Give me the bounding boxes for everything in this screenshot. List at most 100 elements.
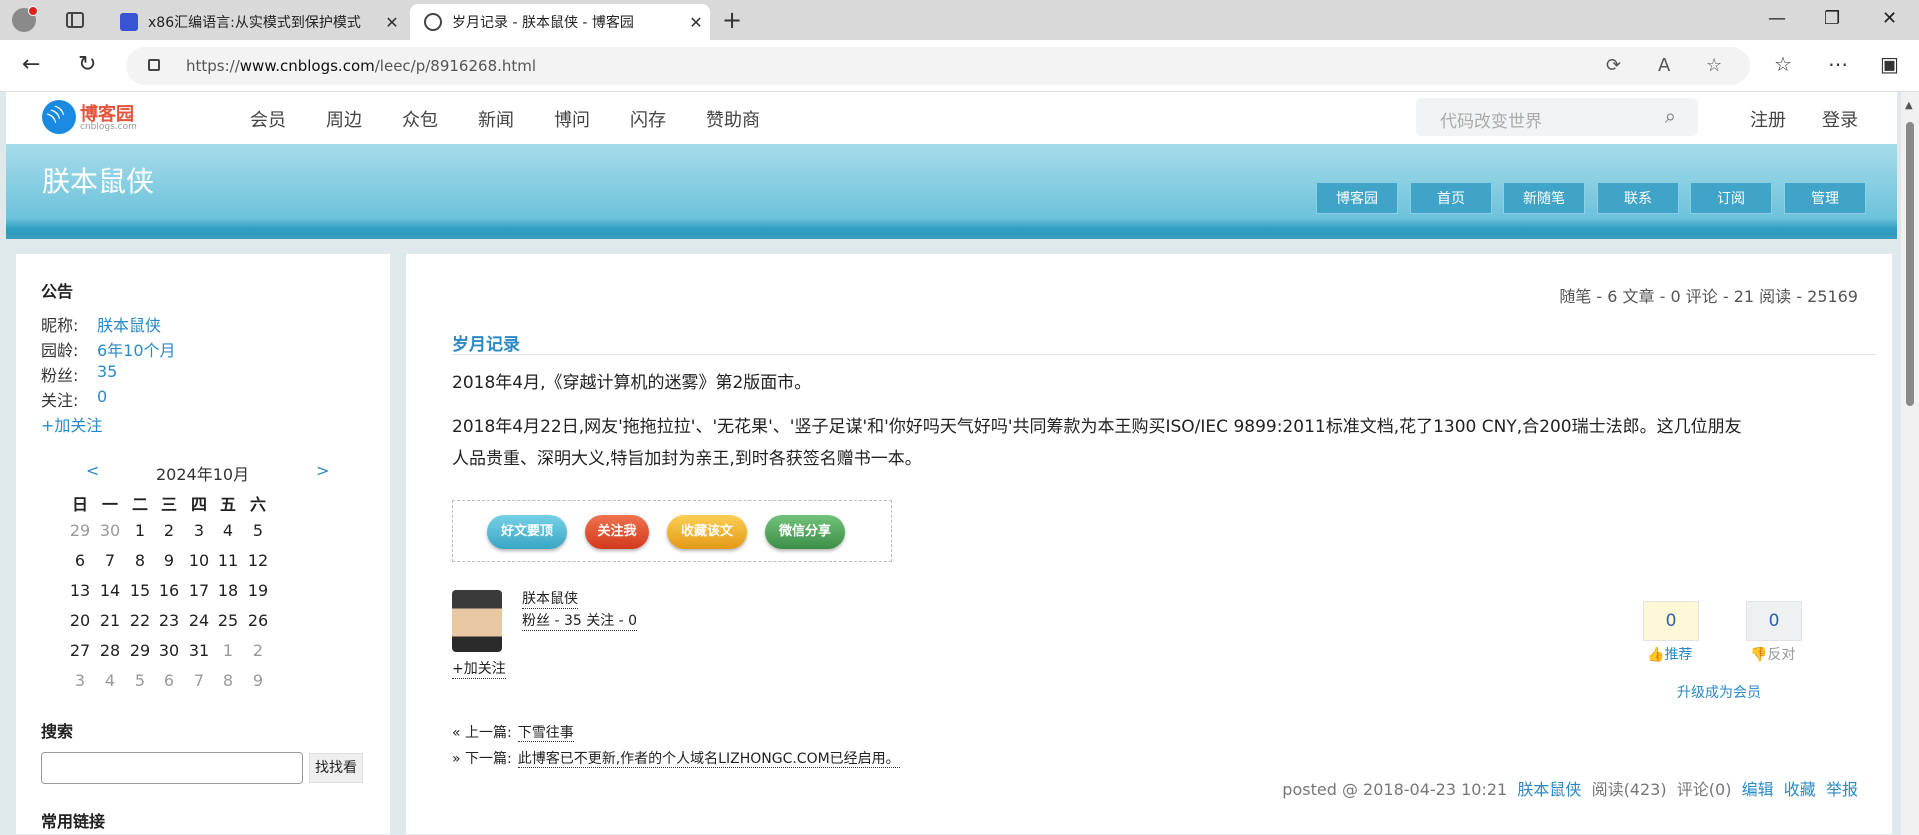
browser-tab-2-active[interactable]: 岁月记录 - 朕本鼠侠 - 博客园 ✕	[410, 4, 710, 40]
address-bar-row: ← ↻ https://www.cnblogs.com/leec/p/89162…	[0, 40, 1919, 92]
tab-title: x86汇编语言:从实模式到保护模式	[148, 15, 361, 31]
calendar-day: 2	[252, 641, 264, 660]
prev-post: « 上一篇: 下雪往事	[452, 725, 574, 742]
login-link[interactable]: 登录	[1822, 106, 1858, 132]
more-options-icon[interactable]: ⋯	[1828, 52, 1848, 76]
age-link[interactable]: 6年10个月	[97, 337, 176, 361]
calendar-title: 2024年10月	[156, 465, 250, 484]
sidebar-toggle-icon[interactable]: ▣	[1880, 52, 1899, 76]
site-nav-member[interactable]: 会员	[250, 106, 286, 132]
site-nav-news[interactable]: 新闻	[478, 106, 514, 132]
site-nav-merch[interactable]: 周边	[326, 106, 362, 132]
oppose-count[interactable]: 0	[1746, 601, 1802, 641]
minimize-button[interactable]: —	[1768, 8, 1786, 29]
read-aloud-icon[interactable]: A	[1658, 55, 1670, 76]
info-following: 关注: 0	[41, 387, 108, 410]
window-close-button[interactable]: ✕	[1882, 8, 1897, 29]
new-tab-button[interactable]: +	[722, 6, 742, 34]
register-link[interactable]: 注册	[1750, 106, 1786, 132]
blog-stats: 随笔 - 6 文章 - 0 评论 - 21 阅读 - 25169	[1559, 287, 1858, 306]
sidebar-follow-link[interactable]: +加关注	[41, 412, 102, 436]
site-nav-sponsors[interactable]: 赞助商	[706, 106, 760, 132]
blog-nav-contact[interactable]: 联系	[1597, 182, 1679, 214]
following-link[interactable]: 0	[97, 387, 107, 406]
common-links-heading: 常用链接	[41, 812, 106, 831]
blog-nav-new-post[interactable]: 新随笔	[1503, 182, 1585, 214]
recommend-button[interactable]: 👍推荐	[1647, 644, 1692, 664]
reload-icon[interactable]: ↻	[78, 52, 96, 77]
collect-post-button[interactable]: 收藏该文	[667, 515, 747, 549]
post-author-link[interactable]: 朕本鼠侠	[1517, 780, 1581, 799]
cnblogs-favicon-icon	[424, 13, 442, 31]
nickname-link[interactable]: 朕本鼠侠	[97, 312, 161, 336]
report-link[interactable]: 举报	[1826, 780, 1858, 799]
tab-title: 岁月记录 - 朕本鼠侠 - 博客园	[452, 15, 634, 31]
author-name-link[interactable]: 朕本鼠侠	[522, 588, 578, 609]
profile-avatar-icon[interactable]	[12, 6, 38, 32]
calendar-next-month[interactable]: >	[316, 461, 329, 480]
site-search-input[interactable]: 代码改变世界 ⌕	[1416, 98, 1698, 136]
upgrade-member-link[interactable]: 升级成为会员	[1677, 682, 1761, 702]
sidebar-search-input[interactable]	[41, 752, 303, 784]
blog-nav-cnblogs[interactable]: 博客园	[1316, 182, 1398, 214]
post-reads: 阅读(423)	[1591, 780, 1667, 799]
post-info: posted @ 2018-04-23 10:21 朕本鼠侠 阅读(423) 评…	[1282, 776, 1858, 800]
prev-post-link[interactable]: 下雪往事	[517, 725, 574, 742]
site-nav-qa[interactable]: 博问	[554, 106, 590, 132]
title-divider	[452, 354, 1876, 355]
oppose-button[interactable]: 👎反对	[1750, 644, 1795, 664]
post-paragraph-2: 2018年4月22日,网友'拖拖拉拉'、'无花果'、'竖子足谋'和'你好吗天气好…	[452, 417, 1742, 437]
lock-icon[interactable]	[148, 59, 160, 71]
edit-link[interactable]: 编辑	[1742, 780, 1774, 799]
sidebar: 公告 昵称: 朕本鼠侠 园龄: 6年10个月 粉丝: 35 关注: 0 +加关注 < 2…	[15, 253, 391, 835]
info-fans: 粉丝: 35	[41, 362, 118, 385]
author-avatar[interactable]	[452, 590, 502, 652]
post-date: posted @ 2018-04-23 10:21	[1282, 780, 1508, 799]
collect-link[interactable]: 收藏	[1784, 780, 1816, 799]
post-paragraph-2-cont: 人品贵重、深明大义,特旨加封为亲王,到时各获签名赠书一本。	[452, 449, 922, 469]
cnblogs-header: 博客园 cnblogs.com 会员 周边 众包 新闻 博问 闪存 赞助商 代码…	[6, 92, 1897, 144]
blog-nav-home[interactable]: 首页	[1410, 182, 1492, 214]
baidu-favicon-icon	[120, 13, 138, 31]
scroll-thumb[interactable]	[1906, 122, 1914, 406]
sidebar-search-button[interactable]: 找找看	[309, 753, 363, 783]
scroll-up-arrow-icon[interactable]: ▲	[1905, 100, 1913, 111]
fans-link[interactable]: 35	[97, 362, 117, 381]
back-arrow-icon[interactable]: ←	[22, 52, 40, 77]
site-nav-crowdsourcing[interactable]: 众包	[402, 106, 438, 132]
calendar-day: 26	[247, 611, 269, 630]
post-comments: 评论(0)	[1676, 780, 1732, 799]
tab-actions-icon[interactable]	[66, 12, 84, 28]
recommend-count[interactable]: 0	[1643, 601, 1699, 641]
cnblogs-logo-icon[interactable]	[42, 100, 76, 134]
calendar-prev-month[interactable]: <	[86, 461, 99, 480]
search-icon[interactable]: ⌕	[1665, 104, 1676, 128]
site-logo-subtext: cnblogs.com	[80, 122, 137, 132]
next-post-link[interactable]: 此博客已不更新,作者的个人域名LIZHONGC.COM已经启用。	[517, 751, 900, 768]
calendar-weekday: 六	[249, 495, 266, 514]
restore-button[interactable]: ❐	[1824, 8, 1840, 29]
post-title[interactable]: 岁月记录	[452, 330, 520, 355]
calendar-day: 5	[252, 521, 264, 540]
browser-tab-1[interactable]: x86汇编语言:从实模式到保护模式 ✕	[106, 4, 406, 40]
author-stats-link[interactable]: 粉丝 - 35 关注 - 0	[522, 610, 638, 631]
author-follow-link[interactable]: +加关注	[452, 658, 506, 679]
digg-button[interactable]: 好文要顶	[487, 515, 567, 549]
site-nav-ing[interactable]: 闪存	[630, 106, 666, 132]
url-field[interactable]: https://www.cnblogs.com/leec/p/8916268.h…	[126, 47, 1750, 85]
search-placeholder: 代码改变世界	[1440, 112, 1542, 132]
info-nickname: 昵称: 朕本鼠侠	[41, 312, 161, 336]
favorites-icon[interactable]: ☆	[1774, 52, 1792, 76]
blog-nav-subscribe[interactable]: 订阅	[1690, 182, 1772, 214]
tab-close-icon[interactable]: ✕	[378, 13, 406, 32]
wechat-share-button[interactable]: 微信分享	[765, 515, 845, 549]
immersive-reader-icon[interactable]: ⟳	[1606, 55, 1621, 76]
calendar-day: 19	[247, 581, 269, 600]
page-scrollbar[interactable]: ▲	[1901, 92, 1919, 835]
tab-close-icon[interactable]: ✕	[682, 13, 710, 32]
follow-me-button[interactable]: 关注我	[585, 515, 649, 549]
blog-title[interactable]: 朕本鼠侠	[42, 160, 154, 200]
blog-banner: 朕本鼠侠 博客园 首页 新随笔 联系 订阅 管理	[6, 144, 1897, 239]
favorite-star-icon[interactable]: ☆	[1706, 55, 1722, 76]
blog-nav-manage[interactable]: 管理	[1784, 182, 1866, 214]
